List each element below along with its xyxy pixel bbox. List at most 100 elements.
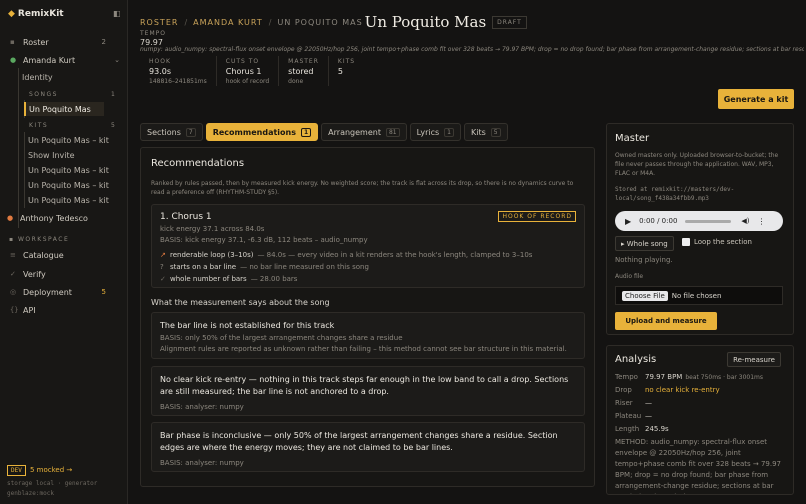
sidebar-item-kit[interactable]: Show Invite	[28, 148, 128, 162]
finding-title: No clear kick re-entry — nothing in this…	[160, 375, 569, 396]
check-icon: ✓	[10, 270, 16, 278]
tab-kits[interactable]: Kits 5	[464, 123, 508, 141]
player-time: 0:00 / 0:00	[639, 217, 678, 225]
master-description: Owned masters only. Uploaded browser-to-…	[615, 152, 779, 177]
remeasure-button[interactable]: Re-measure	[727, 352, 781, 367]
recommendation-energy: kick energy 37.1 across 84.0s	[160, 225, 265, 233]
tempo-method: numpy: audio_numpy: spectral-flux onset …	[140, 46, 804, 53]
more-icon[interactable]: ⋮	[758, 217, 766, 226]
tab-lyrics[interactable]: Lyrics 1	[409, 123, 461, 141]
master-panel: Master Owned masters only. Uploaded brow…	[606, 123, 794, 335]
finding-card: Bar phase is inconclusive — only 50% of …	[151, 422, 585, 472]
sidebar-item-kit[interactable]: Un Poquito Mas – kit	[28, 163, 128, 177]
file-status: No file chosen	[671, 291, 722, 300]
breadcrumb-artist[interactable]: AMANDA KURT	[193, 18, 263, 27]
workspace-label: ▪ WORKSPACE	[9, 236, 70, 243]
stats-row: HOOK 93.0s 148816–241851ms CUTS TO Chorus 1…	[140, 56, 364, 86]
dot-icon: ◎	[10, 288, 17, 296]
measurement-subtitle: What the measurement says about the song	[151, 298, 330, 307]
sidebar-item-roster[interactable]: ▪ Roster 2	[0, 35, 128, 49]
finding-card: No clear kick re-entry — nothing in this…	[151, 366, 585, 416]
sidebar-collapse-icon[interactable]: ◧	[113, 9, 121, 18]
chevron-down-icon[interactable]: ⌄	[114, 56, 120, 64]
mocked-link[interactable]: 5 mocked →	[30, 466, 72, 474]
page-title: Un Poquito Mas	[364, 13, 487, 31]
choose-file-button[interactable]: Choose File	[622, 290, 668, 301]
brand[interactable]: ◆ RemixKit	[8, 9, 64, 19]
tab-recommendations[interactable]: Recommendations 1	[205, 123, 319, 141]
audio-player[interactable]: ▶ 0:00 / 0:00 ◀) ⋮	[615, 211, 783, 231]
storage-info: storage local · generator	[7, 480, 98, 487]
breadcrumb-roster[interactable]: ROSTER	[140, 18, 178, 27]
stat-hook: HOOK 93.0s 148816–241851ms	[149, 58, 207, 85]
tempo-label: TEMPO	[140, 30, 166, 37]
analysis-method: METHOD: audio_numpy: spectral-flux onset…	[615, 438, 782, 494]
analysis-row-tempo: Tempo 79.97 BPM beat 750ms · bar 3001ms	[615, 373, 764, 381]
list-icon: ≡	[10, 251, 16, 259]
hook-badge: HOOK OF RECORD	[498, 211, 576, 222]
whole-song-button[interactable]: ▸ Whole song	[615, 236, 674, 251]
songs-section-label: SONGS	[29, 91, 58, 98]
tab-sections[interactable]: Sections 7	[140, 123, 203, 141]
braces-icon: {}	[10, 306, 19, 314]
dot-icon: ●	[10, 56, 17, 64]
sidebar-item-artist[interactable]: ● Amanda Kurt ⌄	[0, 53, 128, 67]
sidebar-item-catalogue[interactable]: ≡ Catalogue	[0, 248, 128, 262]
tree-line	[24, 132, 25, 208]
analysis-row-plateau: Plateau —	[615, 412, 652, 420]
loop-checkbox[interactable]: Loop the section	[682, 238, 752, 246]
upload-button[interactable]: Upload and measure	[615, 312, 717, 330]
generator-info: genblaze:mock	[7, 490, 54, 497]
recommendation-title: 1. Chorus 1	[160, 212, 212, 222]
sidebar-item-artist[interactable]: ● Anthony Tedesco	[0, 211, 128, 225]
panel-description: Ranked by rules passed, then by measured…	[151, 180, 574, 196]
audio-file-label: Audio file	[615, 273, 644, 280]
analysis-title: Analysis	[615, 354, 657, 365]
sidebar-item-identity[interactable]: Identity	[22, 70, 122, 84]
sidebar-item-kit[interactable]: Un Poquito Mas – kit	[28, 133, 128, 147]
sidebar-item-kit[interactable]: Un Poquito Mas – kit	[28, 178, 128, 192]
grid-icon: ▪	[9, 236, 18, 243]
env-badge: DEV	[7, 465, 26, 476]
arrow-icon: ↗	[160, 251, 166, 259]
criterion-row: ? starts on a bar line — no bar line measu…	[160, 263, 369, 271]
seek-bar[interactable]	[685, 219, 732, 223]
kits-section-label: KITS	[29, 122, 49, 129]
play-icon[interactable]: ▶	[625, 217, 631, 226]
kits-count: 5	[111, 122, 115, 129]
master-title: Master	[615, 133, 650, 144]
recommendations-panel: Recommendations Ranked by rules passed, …	[140, 147, 595, 487]
diamond-icon: ◆	[8, 9, 15, 19]
sidebar-item-song[interactable]: Un Poquito Mas	[24, 102, 104, 116]
sidebar-item-verify[interactable]: ✓ Verify	[0, 267, 128, 281]
sidebar-item-deployment[interactable]: ◎ Deployment 5	[0, 285, 128, 299]
stat-cuts-to: CUTS TO Chorus 1 hook of record	[215, 56, 278, 86]
tab-arrangement[interactable]: Arrangement 81	[321, 123, 407, 141]
tree-line	[18, 68, 19, 228]
panel-title: Recommendations	[151, 158, 245, 169]
finding-note: Alignment rules are reported as unknown …	[160, 345, 567, 353]
finding-basis: BASIS: analyser: numpy	[160, 403, 244, 411]
generate-kit-button[interactable]: Generate a kit	[718, 89, 794, 109]
finding-card: The bar line is not established for this…	[151, 312, 585, 359]
finding-basis: BASIS: only 50% of the largest arrangeme…	[160, 334, 403, 342]
analysis-row-drop: Drop no clear kick re-entry	[615, 386, 720, 394]
criterion-row: ✓ whole number of bars — 28.00 bars	[160, 275, 298, 283]
recommendation-basis: BASIS: kick energy 37.1, -6.3 dB, 112 be…	[160, 236, 368, 244]
checkbox[interactable]	[682, 238, 690, 246]
grid-icon: ▪	[10, 38, 15, 46]
sidebar-item-api[interactable]: {} API	[0, 303, 128, 317]
finding-basis: BASIS: analyser: numpy	[160, 459, 244, 467]
analysis-row-riser: Riser —	[615, 399, 652, 407]
volume-icon[interactable]: ◀)	[741, 217, 749, 225]
status-badge: DRAFT	[492, 15, 527, 29]
analysis-panel: Analysis Re-measure Tempo 79.97 BPM beat 7…	[606, 345, 794, 495]
tab-bar: Sections 7 Recommendations 1 Arrangement 81…	[140, 123, 511, 141]
analysis-row-length: Length 245.9s	[615, 425, 669, 433]
master-stored-path: Stored at remixkit://masters/dev-local/s…	[615, 186, 735, 202]
file-input[interactable]: Choose File No file chosen	[615, 286, 783, 305]
sidebar-item-kit[interactable]: Un Poquito Mas – kit	[28, 193, 128, 207]
now-playing: Nothing playing.	[615, 256, 673, 264]
recommendation-card[interactable]: 1. Chorus 1 HOOK OF RECORD kick energy 3…	[151, 204, 585, 288]
stat-master: MASTER stored done	[278, 56, 328, 86]
